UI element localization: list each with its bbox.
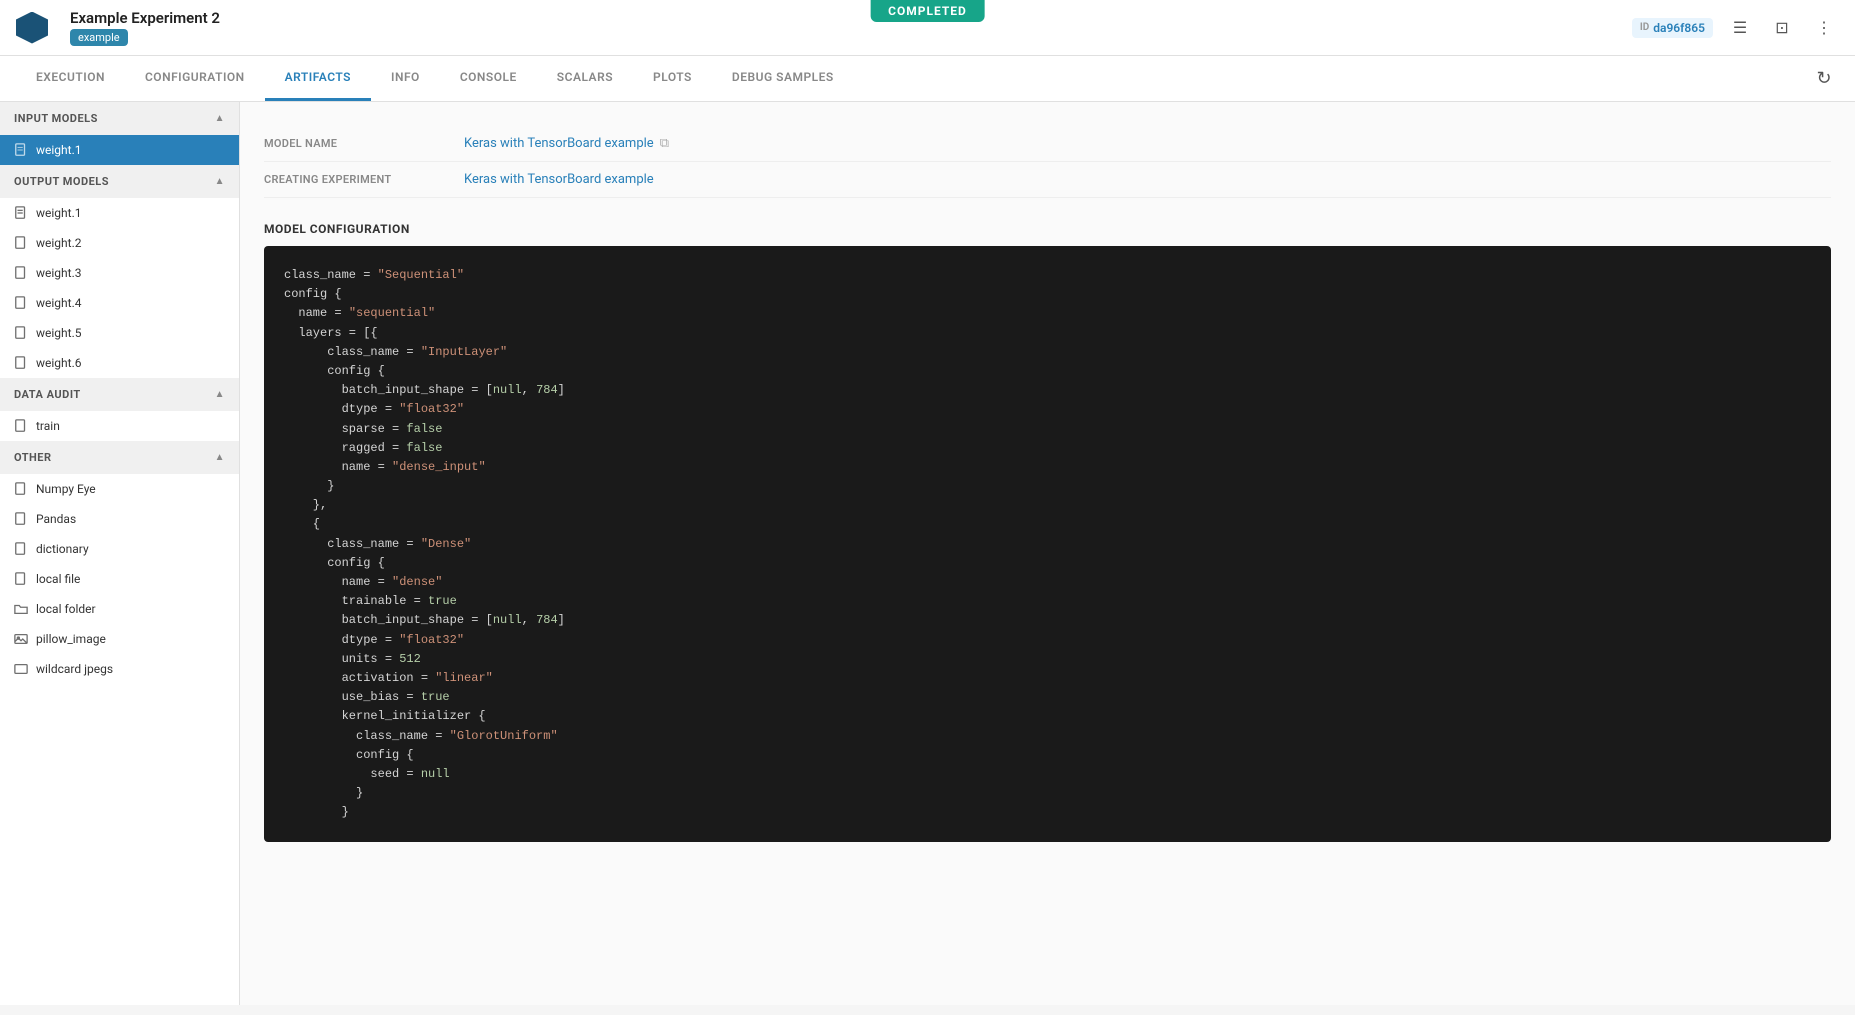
model-name-row: MODEL NAME Keras with TensorBoard exampl… bbox=[264, 126, 1831, 162]
tab-plots[interactable]: PLOTS bbox=[633, 56, 712, 101]
file-icon bbox=[14, 143, 28, 157]
sidebar-item-label: wildcard jpegs bbox=[36, 662, 113, 676]
sidebar-item-label: train bbox=[36, 419, 60, 433]
image-icon bbox=[14, 662, 28, 676]
file-icon bbox=[14, 542, 28, 556]
tab-info[interactable]: INFO bbox=[371, 56, 440, 101]
sidebar-item-label: weight.2 bbox=[36, 236, 81, 250]
file-icon bbox=[14, 326, 28, 340]
sidebar-item-label: Pandas bbox=[36, 512, 76, 526]
section-input-models-label: INPUT MODELS bbox=[14, 112, 98, 125]
file-icon bbox=[14, 572, 28, 586]
tab-debug-samples[interactable]: DEBUG SAMPLES bbox=[712, 56, 854, 101]
main-content: MODEL NAME Keras with TensorBoard exampl… bbox=[240, 102, 1855, 1005]
tab-execution[interactable]: EXECUTION bbox=[16, 56, 125, 101]
section-other[interactable]: OTHER ▲ bbox=[0, 441, 239, 474]
sidebar-item-label: weight.4 bbox=[36, 296, 81, 310]
folder-icon bbox=[14, 602, 28, 616]
creating-experiment-label: CREATING EXPERIMENT bbox=[264, 173, 464, 186]
copy-icon[interactable]: ⧉ bbox=[660, 136, 669, 151]
status-badge: COMPLETED bbox=[870, 0, 985, 22]
file-icon bbox=[14, 296, 28, 310]
sidebar-item-weight3-output[interactable]: weight.3 bbox=[0, 258, 239, 288]
model-name-value[interactable]: Keras with TensorBoard example ⧉ bbox=[464, 136, 669, 151]
app-logo bbox=[16, 12, 48, 44]
sidebar-item-weight2-output[interactable]: weight.2 bbox=[0, 228, 239, 258]
refresh-button[interactable]: ↻ bbox=[1809, 64, 1839, 94]
sidebar-item-label: Numpy Eye bbox=[36, 482, 96, 496]
creating-experiment-link[interactable]: Keras with TensorBoard example bbox=[464, 172, 654, 187]
section-data-audit[interactable]: DATA AUDIT ▲ bbox=[0, 378, 239, 411]
sidebar-item-local-file[interactable]: local file bbox=[0, 564, 239, 594]
section-other-label: OTHER bbox=[14, 451, 52, 464]
model-name-label: MODEL NAME bbox=[264, 137, 464, 150]
experiment-title: Example Experiment 2 bbox=[70, 9, 220, 27]
file-icon bbox=[14, 236, 28, 250]
experiment-id: ID da96f865 bbox=[1632, 18, 1713, 38]
sidebar-item-dictionary[interactable]: dictionary bbox=[0, 534, 239, 564]
top-bar-actions: ID da96f865 ☰ ⊡ ⋮ bbox=[1632, 13, 1839, 43]
sidebar-item-weight1-input[interactable]: weight.1 bbox=[0, 135, 239, 165]
file-icon bbox=[14, 356, 28, 370]
tab-console[interactable]: CONSOLE bbox=[440, 56, 537, 101]
more-options-button[interactable]: ⋮ bbox=[1809, 13, 1839, 43]
image-icon bbox=[14, 632, 28, 646]
sidebar-item-label: weight.5 bbox=[36, 326, 81, 340]
sidebar-item-numpy-eye[interactable]: Numpy Eye bbox=[0, 474, 239, 504]
nav-tabs: EXECUTION CONFIGURATION ARTIFACTS INFO C… bbox=[0, 56, 1855, 102]
app-branding: Example Experiment 2 example bbox=[16, 9, 220, 46]
file-icon bbox=[14, 482, 28, 496]
sidebar-item-pandas[interactable]: Pandas bbox=[0, 504, 239, 534]
sidebar-item-label: weight.3 bbox=[36, 266, 81, 280]
sidebar-item-wildcard-jpegs[interactable]: wildcard jpegs bbox=[0, 654, 239, 684]
sidebar-item-label: weight.1 bbox=[36, 143, 81, 157]
section-output-models[interactable]: OUTPUT MODELS ▲ bbox=[0, 165, 239, 198]
sidebar-item-train[interactable]: train bbox=[0, 411, 239, 441]
chevron-up-icon: ▲ bbox=[215, 176, 225, 187]
section-data-audit-label: DATA AUDIT bbox=[14, 388, 81, 401]
sidebar-item-weight1-output[interactable]: weight.1 bbox=[0, 198, 239, 228]
sidebar-item-label: weight.1 bbox=[36, 206, 81, 220]
sidebar-item-label: pillow_image bbox=[36, 632, 106, 646]
file-icon bbox=[14, 419, 28, 433]
file-icon bbox=[14, 512, 28, 526]
creating-experiment-value[interactable]: Keras with TensorBoard example bbox=[464, 172, 654, 187]
sidebar-item-label: dictionary bbox=[36, 542, 89, 556]
sidebar-item-label: local folder bbox=[36, 602, 96, 616]
section-output-models-label: OUTPUT MODELS bbox=[14, 175, 109, 188]
file-icon bbox=[14, 206, 28, 220]
sidebar-item-weight5-output[interactable]: weight.5 bbox=[0, 318, 239, 348]
creating-experiment-row: CREATING EXPERIMENT Keras with TensorBoa… bbox=[264, 162, 1831, 198]
tab-configuration[interactable]: CONFIGURATION bbox=[125, 56, 265, 101]
tab-scalars[interactable]: SCALARS bbox=[537, 56, 633, 101]
example-badge: example bbox=[70, 29, 128, 46]
section-input-models[interactable]: INPUT MODELS ▲ bbox=[0, 102, 239, 135]
model-config-code: class_name = "Sequential" config { name … bbox=[264, 246, 1831, 842]
tab-artifacts[interactable]: ARTIFACTS bbox=[265, 56, 371, 101]
id-value: da96f865 bbox=[1653, 21, 1705, 35]
file-icon bbox=[14, 266, 28, 280]
chevron-up-icon: ▲ bbox=[215, 452, 225, 463]
id-label: ID bbox=[1640, 22, 1649, 33]
main-layout: INPUT MODELS ▲ weight.1 OUTPUT MODELS ▲ … bbox=[0, 102, 1855, 1005]
notes-button[interactable]: ☰ bbox=[1725, 13, 1755, 43]
chevron-up-icon: ▲ bbox=[215, 389, 225, 400]
sidebar-item-local-folder[interactable]: local folder bbox=[0, 594, 239, 624]
expand-button[interactable]: ⊡ bbox=[1767, 13, 1797, 43]
sidebar-item-label: weight.6 bbox=[36, 356, 81, 370]
sidebar-item-weight4-output[interactable]: weight.4 bbox=[0, 288, 239, 318]
sidebar-item-label: local file bbox=[36, 572, 80, 586]
model-name-link[interactable]: Keras with TensorBoard example bbox=[464, 136, 654, 151]
sidebar: INPUT MODELS ▲ weight.1 OUTPUT MODELS ▲ … bbox=[0, 102, 240, 1005]
sidebar-item-weight6-output[interactable]: weight.6 bbox=[0, 348, 239, 378]
sidebar-item-pillow-image[interactable]: pillow_image bbox=[0, 624, 239, 654]
model-config-title: MODEL CONFIGURATION bbox=[264, 222, 1831, 236]
chevron-up-icon: ▲ bbox=[215, 113, 225, 124]
top-bar: Example Experiment 2 example COMPLETED I… bbox=[0, 0, 1855, 56]
